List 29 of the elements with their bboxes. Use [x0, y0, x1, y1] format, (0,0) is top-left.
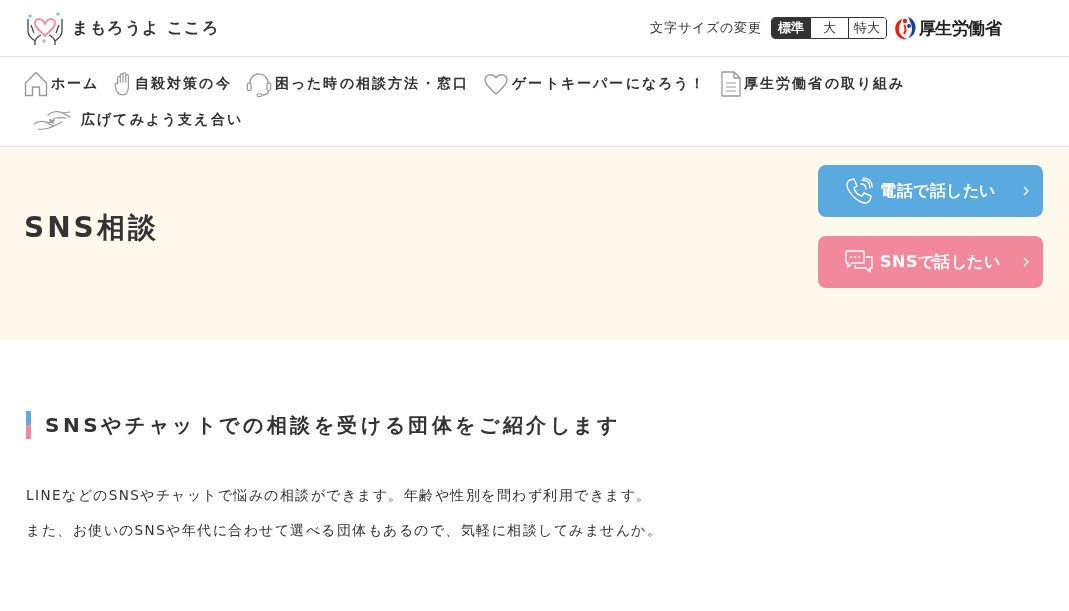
nav-link[interactable]: 自殺対策の今 — [113, 69, 232, 99]
page-title: SNS相談 — [24, 210, 159, 246]
body-paragraph: LINEなどのSNSやチャットで悩みの相談ができます。年齢や性別を問わず利用できます。 — [26, 486, 652, 505]
nav-link[interactable]: ゲートキーパーになろう！ — [483, 69, 707, 99]
chevron-right-icon — [1023, 186, 1029, 196]
body-paragraph: また、お使いのSNSや年代に合わせて選べる団体もあるので、気軽に相談してみませんか。 — [26, 521, 663, 540]
heading-accent-bar — [26, 411, 31, 439]
ministry-emblem-icon — [892, 15, 917, 41]
hands-heart-logo-icon — [25, 11, 65, 45]
site-logo-link[interactable]: まもろうよ こころ — [25, 11, 220, 45]
section-heading: SNSやチャットでの相談を受ける団体をご紹介します — [45, 411, 621, 439]
heart-icon — [483, 73, 510, 95]
house-icon — [24, 71, 48, 97]
helping-hands-icon — [32, 108, 72, 131]
document-icon — [720, 71, 741, 97]
nav-link[interactable]: 厚生労働省の取り組み — [720, 69, 906, 99]
chat-bubbles-icon — [845, 250, 873, 274]
chevron-right-icon — [1023, 257, 1029, 267]
font-size-option[interactable]: 特大 — [847, 18, 886, 38]
site-name: まもろうよ こころ — [72, 17, 220, 39]
headset-icon — [245, 71, 272, 97]
font-size-option[interactable]: 標準 — [771, 18, 810, 38]
nav-link[interactable]: 困った時の相談方法・窓口 — [245, 69, 470, 99]
font-size-label: 文字サイズの変更 — [649, 19, 762, 37]
hand-icon — [113, 71, 132, 97]
ministry-logo-link[interactable]: 厚生労働省 — [892, 15, 1001, 41]
nav-link[interactable]: ホーム — [24, 69, 100, 99]
nav-link[interactable]: 広げてみよう支え合い — [24, 104, 243, 135]
phone-icon — [845, 177, 873, 205]
